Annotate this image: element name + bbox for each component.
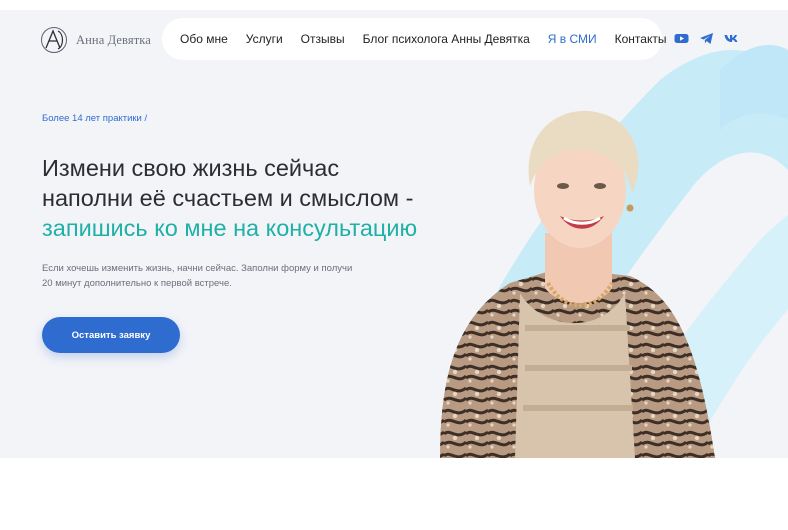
telegram-icon[interactable] — [699, 31, 714, 46]
nav-item-reviews[interactable]: Отзывы — [301, 32, 345, 46]
logo-name: Анна Девятка — [76, 32, 151, 47]
site-logo[interactable]: Анна Девятка — [40, 26, 151, 54]
submit-request-button[interactable]: Оставить заявку — [42, 317, 180, 353]
experience-kicker: Более 14 лет практики / — [42, 113, 148, 124]
nav-item-blog[interactable]: Блог психолога Анны Девятка — [363, 32, 530, 46]
nav-item-about[interactable]: Обо мне — [180, 32, 228, 46]
youtube-icon[interactable] — [674, 31, 689, 46]
logo-monogram-icon — [41, 27, 67, 53]
nav-item-contacts[interactable]: Контакты — [615, 32, 667, 46]
nav-item-media[interactable]: Я в СМИ — [548, 32, 597, 46]
hero-description: Если хочешь изменить жизнь, начни сейчас… — [42, 263, 353, 289]
nav-item-services[interactable]: Услуги — [246, 32, 283, 46]
vk-icon[interactable] — [724, 31, 739, 46]
social-links — [674, 31, 739, 46]
psychologist-portrait — [440, 110, 715, 458]
main-navigation: Обо мне Услуги Отзывы Блог психолога Анн… — [162, 18, 666, 60]
hero-section: Анна Девятка Обо мне Услуги Отзывы Блог … — [0, 10, 788, 458]
